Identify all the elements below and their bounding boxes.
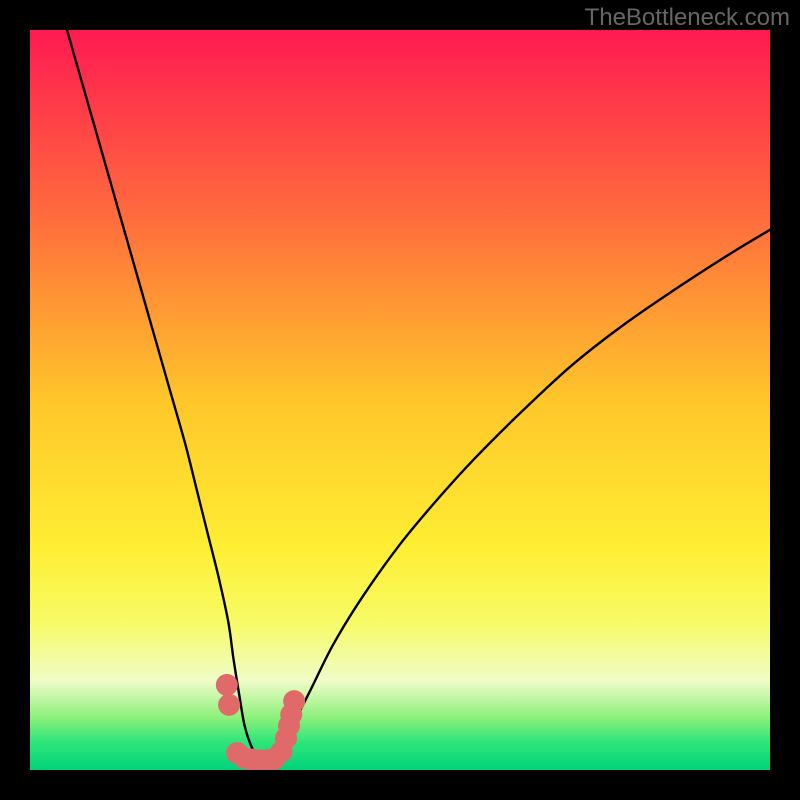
chart-frame: TheBottleneck.com <box>0 0 800 800</box>
gradient-background <box>30 30 770 770</box>
highlight-point <box>218 694 240 716</box>
plot-area <box>30 30 770 770</box>
watermark-text: TheBottleneck.com <box>585 4 790 32</box>
highlight-point <box>283 690 305 712</box>
highlight-point <box>216 674 238 696</box>
bottleneck-chart <box>30 30 770 770</box>
